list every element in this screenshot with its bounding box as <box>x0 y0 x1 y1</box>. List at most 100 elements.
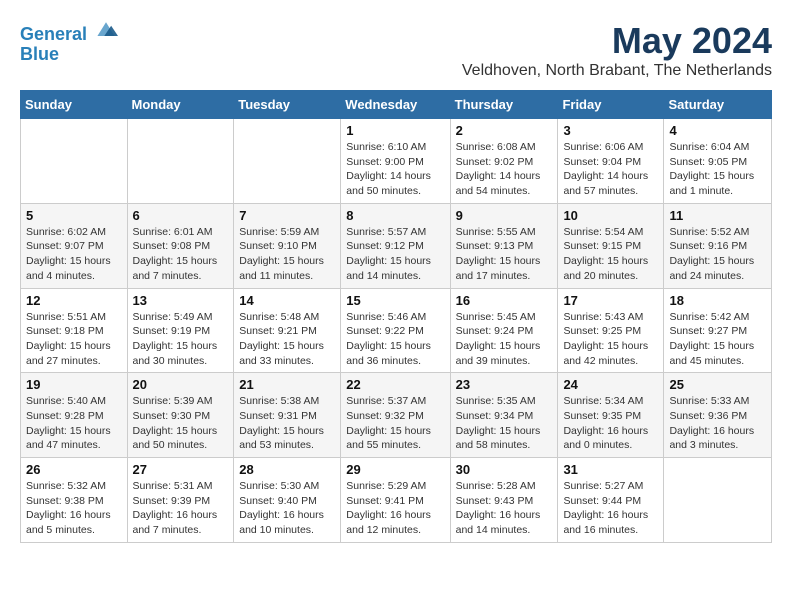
calendar-week-2: 5Sunrise: 6:02 AM Sunset: 9:07 PM Daylig… <box>21 203 772 288</box>
weekday-header-sunday: Sunday <box>21 91 128 119</box>
calendar-cell: 21 Sunrise: 5:38 AM Sunset: 9:31 PM Dayli… <box>234 373 341 458</box>
calendar-cell <box>234 119 341 204</box>
calendar-cell: 24Sunrise: 5:34 AM Sunset: 9:35 PM Dayli… <box>558 373 664 458</box>
calendar-cell: 29 Sunrise: 5:29 AM Sunset: 9:41 PM Dayli… <box>341 458 450 543</box>
day-info: Sunrise: 5:55 AM Sunset: 9:13 PM Dayligh… <box>456 225 553 284</box>
day-number: 29 <box>346 462 444 477</box>
calendar-cell: 16 Sunrise: 5:45 AM Sunset: 9:24 PM Dayli… <box>450 288 558 373</box>
day-info: Sunrise: 5:37 AM Sunset: 9:32 PM Dayligh… <box>346 394 444 453</box>
calendar-week-4: 19 Sunrise: 5:40 AM Sunset: 9:28 PM Dayli… <box>21 373 772 458</box>
calendar-header: SundayMondayTuesdayWednesdayThursdayFrid… <box>21 91 772 119</box>
day-info: Sunrise: 5:28 AM Sunset: 9:43 PM Dayligh… <box>456 479 553 538</box>
day-number: 13 <box>133 293 229 308</box>
calendar-cell: 5Sunrise: 6:02 AM Sunset: 9:07 PM Daylig… <box>21 203 128 288</box>
calendar-cell: 23 Sunrise: 5:35 AM Sunset: 9:34 PM Dayli… <box>450 373 558 458</box>
calendar-cell: 9Sunrise: 5:55 AM Sunset: 9:13 PM Daylig… <box>450 203 558 288</box>
day-number: 25 <box>669 377 766 392</box>
day-number: 2 <box>456 123 553 138</box>
day-info: Sunrise: 5:32 AM Sunset: 9:38 PM Dayligh… <box>26 479 122 538</box>
weekday-header-saturday: Saturday <box>664 91 772 119</box>
day-number: 16 <box>456 293 553 308</box>
day-number: 7 <box>239 208 335 223</box>
calendar-cell: 26 Sunrise: 5:32 AM Sunset: 9:38 PM Dayli… <box>21 458 128 543</box>
day-number: 28 <box>239 462 335 477</box>
calendar-cell: 27Sunrise: 5:31 AM Sunset: 9:39 PM Dayli… <box>127 458 234 543</box>
calendar-cell: 17 Sunrise: 5:43 AM Sunset: 9:25 PM Dayli… <box>558 288 664 373</box>
logo-line2: Blue <box>20 45 118 65</box>
day-info: Sunrise: 5:46 AM Sunset: 9:22 PM Dayligh… <box>346 310 444 369</box>
logo-text: General <box>20 20 118 45</box>
day-info: Sunrise: 6:04 AM Sunset: 9:05 PM Dayligh… <box>669 140 766 199</box>
day-info: Sunrise: 6:01 AM Sunset: 9:08 PM Dayligh… <box>133 225 229 284</box>
calendar-cell: 1Sunrise: 6:10 AM Sunset: 9:00 PM Daylig… <box>341 119 450 204</box>
calendar-cell: 15 Sunrise: 5:46 AM Sunset: 9:22 PM Dayli… <box>341 288 450 373</box>
day-info: Sunrise: 6:10 AM Sunset: 9:00 PM Dayligh… <box>346 140 444 199</box>
calendar-cell: 12Sunrise: 5:51 AM Sunset: 9:18 PM Dayli… <box>21 288 128 373</box>
weekday-header-wednesday: Wednesday <box>341 91 450 119</box>
day-number: 15 <box>346 293 444 308</box>
calendar-cell: 6Sunrise: 6:01 AM Sunset: 9:08 PM Daylig… <box>127 203 234 288</box>
weekday-header-friday: Friday <box>558 91 664 119</box>
day-info: Sunrise: 5:39 AM Sunset: 9:30 PM Dayligh… <box>133 394 229 453</box>
calendar-cell: 7 Sunrise: 5:59 AM Sunset: 9:10 PM Daylig… <box>234 203 341 288</box>
day-number: 3 <box>563 123 658 138</box>
calendar-cell: 31Sunrise: 5:27 AM Sunset: 9:44 PM Dayli… <box>558 458 664 543</box>
weekday-header-monday: Monday <box>127 91 234 119</box>
day-info: Sunrise: 5:38 AM Sunset: 9:31 PM Dayligh… <box>239 394 335 453</box>
day-info: Sunrise: 5:35 AM Sunset: 9:34 PM Dayligh… <box>456 394 553 453</box>
day-number: 4 <box>669 123 766 138</box>
calendar-cell <box>664 458 772 543</box>
day-number: 31 <box>563 462 658 477</box>
logo-line1: General <box>20 24 87 44</box>
weekday-header-tuesday: Tuesday <box>234 91 341 119</box>
day-info: Sunrise: 5:57 AM Sunset: 9:12 PM Dayligh… <box>346 225 444 284</box>
day-number: 11 <box>669 208 766 223</box>
logo: General Blue <box>20 20 118 65</box>
day-info: Sunrise: 5:43 AM Sunset: 9:25 PM Dayligh… <box>563 310 658 369</box>
calendar-cell <box>127 119 234 204</box>
day-number: 21 <box>239 377 335 392</box>
day-info: Sunrise: 6:08 AM Sunset: 9:02 PM Dayligh… <box>456 140 553 199</box>
logo-icon <box>94 20 118 40</box>
calendar-cell: 19 Sunrise: 5:40 AM Sunset: 9:28 PM Dayli… <box>21 373 128 458</box>
calendar-cell: 30 Sunrise: 5:28 AM Sunset: 9:43 PM Dayli… <box>450 458 558 543</box>
day-number: 30 <box>456 462 553 477</box>
calendar-cell: 10 Sunrise: 5:54 AM Sunset: 9:15 PM Dayli… <box>558 203 664 288</box>
location-title: Veldhoven, North Brabant, The Netherland… <box>462 62 772 80</box>
day-info: Sunrise: 5:48 AM Sunset: 9:21 PM Dayligh… <box>239 310 335 369</box>
day-number: 20 <box>133 377 229 392</box>
calendar-cell: 20 Sunrise: 5:39 AM Sunset: 9:30 PM Dayli… <box>127 373 234 458</box>
day-number: 10 <box>563 208 658 223</box>
calendar-cell: 22 Sunrise: 5:37 AM Sunset: 9:32 PM Dayli… <box>341 373 450 458</box>
calendar-cell: 13Sunrise: 5:49 AM Sunset: 9:19 PM Dayli… <box>127 288 234 373</box>
day-number: 17 <box>563 293 658 308</box>
day-info: Sunrise: 5:52 AM Sunset: 9:16 PM Dayligh… <box>669 225 766 284</box>
calendar-cell: 11 Sunrise: 5:52 AM Sunset: 9:16 PM Dayli… <box>664 203 772 288</box>
calendar-cell: 8Sunrise: 5:57 AM Sunset: 9:12 PM Daylig… <box>341 203 450 288</box>
day-info: Sunrise: 5:59 AM Sunset: 9:10 PM Dayligh… <box>239 225 335 284</box>
day-info: Sunrise: 5:29 AM Sunset: 9:41 PM Dayligh… <box>346 479 444 538</box>
calendar-cell <box>21 119 128 204</box>
day-number: 18 <box>669 293 766 308</box>
day-info: Sunrise: 5:45 AM Sunset: 9:24 PM Dayligh… <box>456 310 553 369</box>
day-info: Sunrise: 5:51 AM Sunset: 9:18 PM Dayligh… <box>26 310 122 369</box>
calendar-cell: 28Sunrise: 5:30 AM Sunset: 9:40 PM Dayli… <box>234 458 341 543</box>
day-number: 14 <box>239 293 335 308</box>
calendar-cell: 3Sunrise: 6:06 AM Sunset: 9:04 PM Daylig… <box>558 119 664 204</box>
day-info: Sunrise: 5:42 AM Sunset: 9:27 PM Dayligh… <box>669 310 766 369</box>
calendar-cell: 25 Sunrise: 5:33 AM Sunset: 9:36 PM Dayli… <box>664 373 772 458</box>
calendar-cell: 14 Sunrise: 5:48 AM Sunset: 9:21 PM Dayli… <box>234 288 341 373</box>
calendar-week-5: 26 Sunrise: 5:32 AM Sunset: 9:38 PM Dayli… <box>21 458 772 543</box>
month-title: May 2024 <box>462 20 772 62</box>
day-number: 26 <box>26 462 122 477</box>
calendar-week-1: 1Sunrise: 6:10 AM Sunset: 9:00 PM Daylig… <box>21 119 772 204</box>
day-info: Sunrise: 5:33 AM Sunset: 9:36 PM Dayligh… <box>669 394 766 453</box>
day-info: Sunrise: 5:54 AM Sunset: 9:15 PM Dayligh… <box>563 225 658 284</box>
day-number: 27 <box>133 462 229 477</box>
calendar-table: SundayMondayTuesdayWednesdayThursdayFrid… <box>20 90 772 543</box>
day-number: 19 <box>26 377 122 392</box>
day-number: 23 <box>456 377 553 392</box>
day-number: 22 <box>346 377 444 392</box>
day-info: Sunrise: 5:40 AM Sunset: 9:28 PM Dayligh… <box>26 394 122 453</box>
day-info: Sunrise: 6:02 AM Sunset: 9:07 PM Dayligh… <box>26 225 122 284</box>
